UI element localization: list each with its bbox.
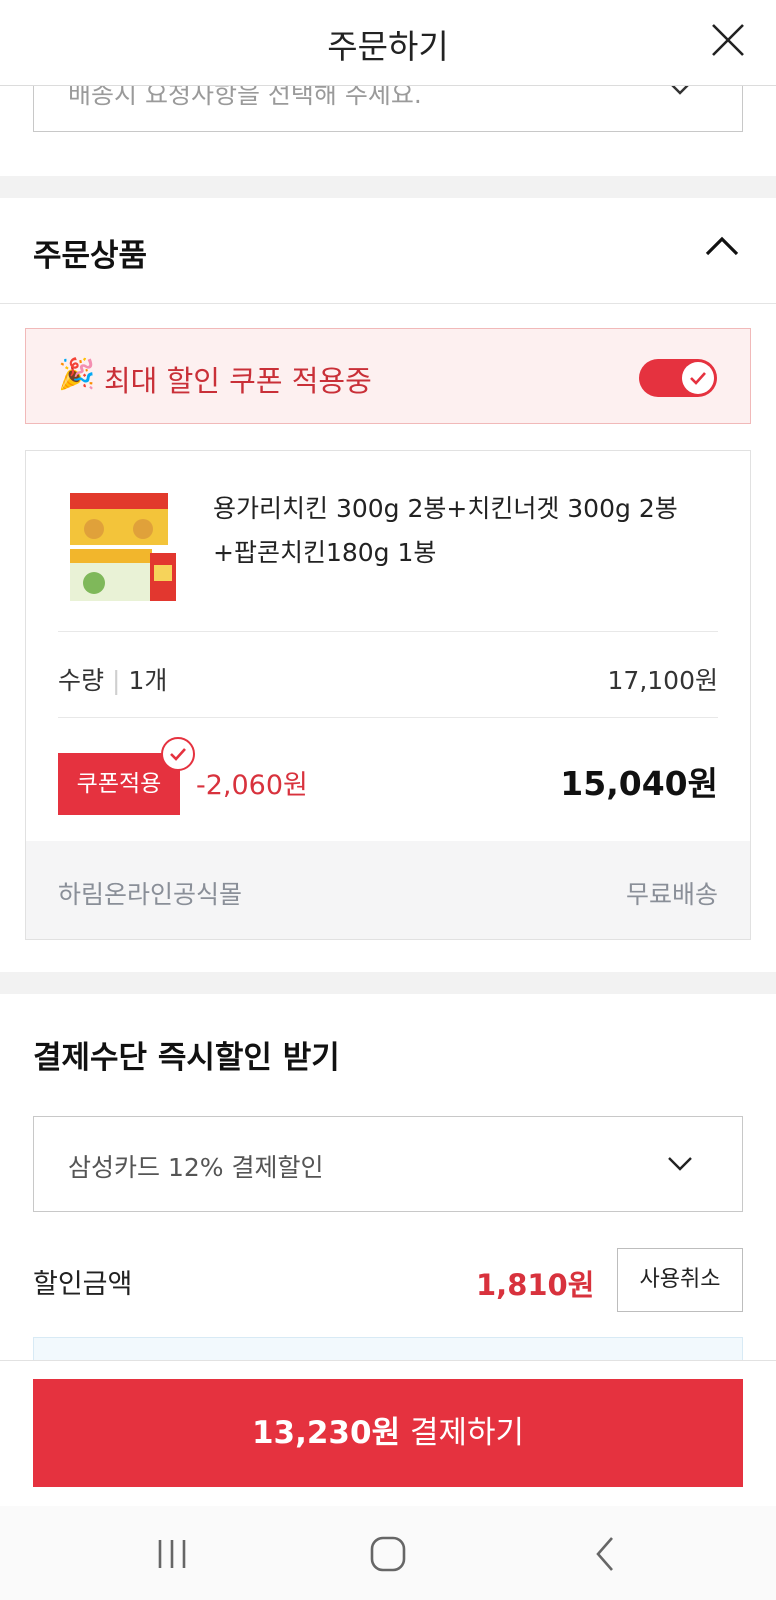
selected-payment-option: 삼성카드 12% 결제할인 <box>68 1153 324 1182</box>
section-divider <box>0 972 776 994</box>
chevron-up-icon[interactable] <box>704 234 740 258</box>
nav-recent-icon[interactable] <box>150 1532 194 1576</box>
quantity-value: 1개 <box>128 666 168 695</box>
coupon-discount: -2,060원 <box>196 770 308 801</box>
order-items-header[interactable]: 주문상품 <box>0 198 776 304</box>
system-navigation-bar <box>0 1506 776 1600</box>
product-name[interactable]: 용가리치킨 300g 2봉+치킨너겟 300g 2봉+팝콘치킨180g 1봉 <box>213 487 713 575</box>
product-card: 용가리치킨 300g 2봉+치킨너겟 300g 2봉+팝콘치킨180g 1봉 수… <box>25 450 751 940</box>
final-price: 15,040원 <box>560 764 718 803</box>
top-header: 주문하기 <box>0 0 776 86</box>
pay-amount: 13,230원 <box>251 1415 401 1451</box>
divider <box>58 631 718 632</box>
product-price: 17,100원 <box>607 666 718 695</box>
quantity-row: 수량 | 1개 <box>58 661 167 697</box>
discount-amount-label: 할인금액 <box>33 1269 133 1300</box>
shipping-info: 무료배송 <box>625 880 718 909</box>
quantity-label: 수량 <box>58 666 105 695</box>
coupon-banner: 🎉 최대 할인 쿠폰 적용중 <box>25 328 751 424</box>
party-popper-icon: 🎉 <box>58 357 96 392</box>
pay-action: 결제하기 <box>409 1415 525 1451</box>
check-icon <box>170 748 186 761</box>
chevron-down-icon <box>668 1157 692 1171</box>
toggle-knob <box>682 362 714 394</box>
product-thumbnail[interactable] <box>66 491 178 603</box>
divider <box>58 717 718 718</box>
apply-coupon-button[interactable]: 쿠폰적용 <box>58 753 180 815</box>
pay-button[interactable]: 13,230원 결제하기 <box>33 1379 743 1487</box>
seller-name[interactable]: 하림온라인공식몰 <box>58 875 242 911</box>
nav-home-icon[interactable] <box>366 1532 410 1576</box>
bottom-pay-bar: 13,230원 결제하기 <box>0 1360 776 1506</box>
seller-row: 하림온라인공식몰 무료배송 <box>26 841 750 939</box>
section-divider <box>0 176 776 198</box>
coupon-toggle[interactable] <box>639 359 717 397</box>
separator: | <box>112 666 121 695</box>
page-title: 주문하기 <box>327 27 449 66</box>
nav-back-icon[interactable] <box>584 1532 628 1576</box>
close-icon[interactable] <box>710 22 746 58</box>
coupon-banner-label: 최대 할인 쿠폰 적용중 <box>104 364 372 398</box>
coupon-check-badge <box>161 737 195 771</box>
check-icon <box>690 372 706 385</box>
section-title: 주문상품 <box>33 238 148 274</box>
cancel-discount-button[interactable]: 사용취소 <box>617 1248 743 1312</box>
payment-discount-title: 결제수단 즉시할인 받기 <box>33 1040 340 1076</box>
payment-method-select[interactable]: 삼성카드 12% 결제할인 <box>33 1116 743 1212</box>
discount-amount-value: 1,810원 <box>476 1268 595 1302</box>
